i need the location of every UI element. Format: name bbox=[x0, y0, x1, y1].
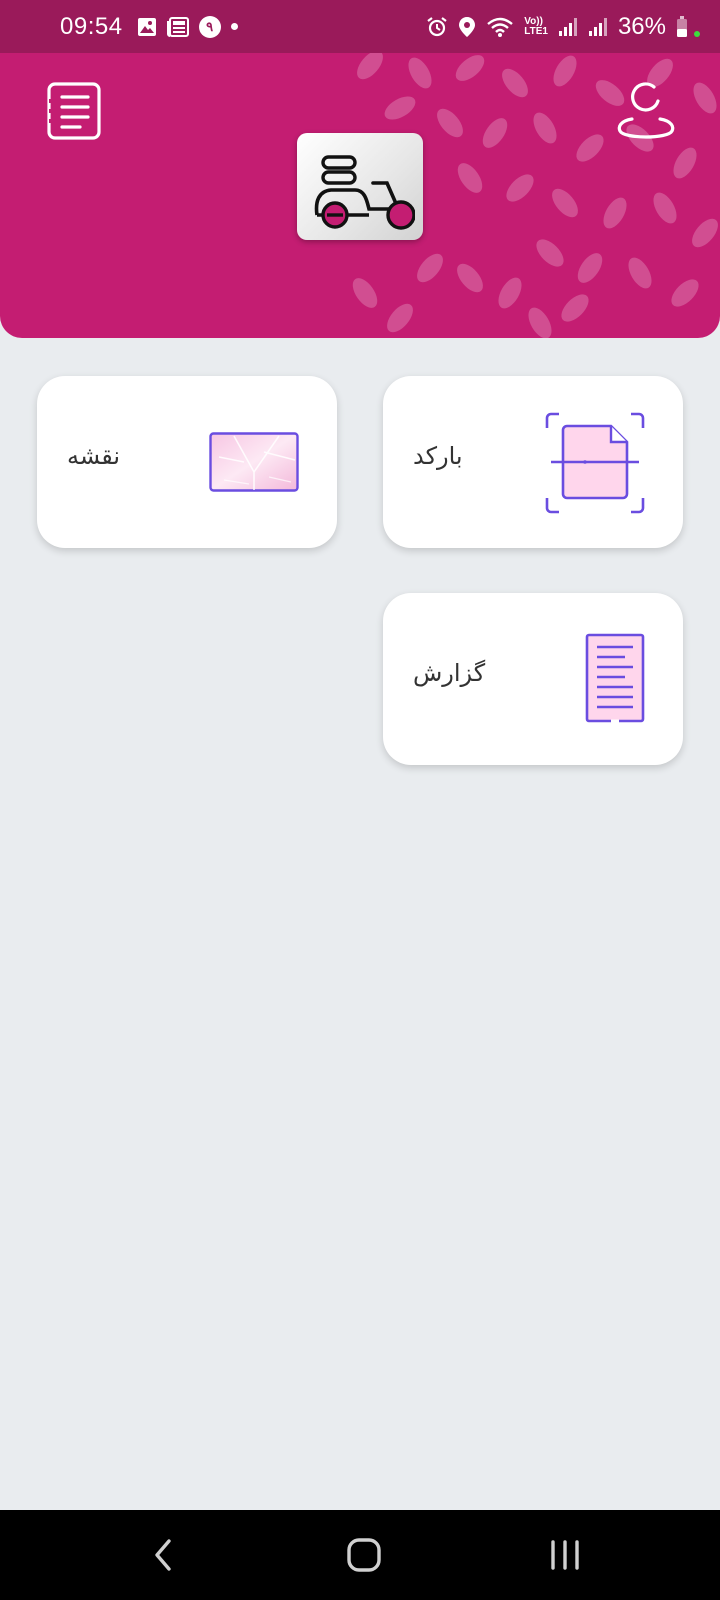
nav-home-button[interactable] bbox=[339, 1532, 389, 1578]
network-volte-label: Vo)) bbox=[524, 15, 543, 27]
report-icon bbox=[585, 633, 645, 723]
profile-button[interactable] bbox=[614, 81, 678, 143]
barcode-scan-icon bbox=[545, 412, 645, 514]
more-notifications-dot bbox=[230, 23, 238, 30]
signal-icon bbox=[558, 17, 578, 37]
report-card-label: گزارش bbox=[413, 659, 486, 687]
delivery-scooter-icon bbox=[314, 154, 415, 230]
menu-button[interactable] bbox=[46, 81, 102, 141]
network-type: Vo)) LTE1 bbox=[524, 15, 548, 37]
app-header bbox=[0, 53, 720, 338]
recents-icon bbox=[551, 1540, 579, 1570]
system-nav-bar bbox=[0, 1510, 720, 1600]
notification-badge: ۹ bbox=[198, 15, 221, 38]
map-card-label: نقشه bbox=[67, 442, 121, 470]
battery-percent: 36% bbox=[617, 12, 666, 40]
status-notifications: ۹ bbox=[137, 15, 238, 38]
gallery-icon bbox=[137, 17, 157, 37]
news-icon bbox=[166, 16, 189, 37]
home-icon bbox=[347, 1538, 381, 1572]
battery-icon bbox=[676, 15, 688, 38]
user-icon bbox=[617, 82, 675, 139]
network-lte-label: LTE1 bbox=[524, 25, 548, 37]
report-card[interactable]: گزارش bbox=[383, 593, 683, 765]
signal-2-icon bbox=[588, 17, 608, 37]
app-logo bbox=[297, 133, 423, 240]
nav-back-button[interactable] bbox=[138, 1532, 188, 1578]
barcode-card[interactable]: بارکد bbox=[383, 376, 683, 548]
privacy-dot bbox=[694, 30, 700, 37]
status-time: 09:54 bbox=[60, 12, 123, 40]
status-system-icons: Vo)) LTE1 36% bbox=[426, 13, 700, 41]
map-icon bbox=[209, 432, 299, 492]
wifi-icon bbox=[486, 16, 514, 38]
barcode-card-label: بارکد bbox=[413, 442, 463, 470]
map-card[interactable]: نقشه bbox=[37, 376, 337, 548]
list-icon bbox=[47, 82, 101, 140]
nav-recents-button[interactable] bbox=[540, 1532, 590, 1578]
location-icon bbox=[458, 16, 476, 38]
alarm-icon bbox=[426, 16, 448, 38]
status-bar: 09:54 ۹ Vo)) LTE1 36% bbox=[0, 0, 720, 53]
back-icon bbox=[155, 1539, 171, 1571]
